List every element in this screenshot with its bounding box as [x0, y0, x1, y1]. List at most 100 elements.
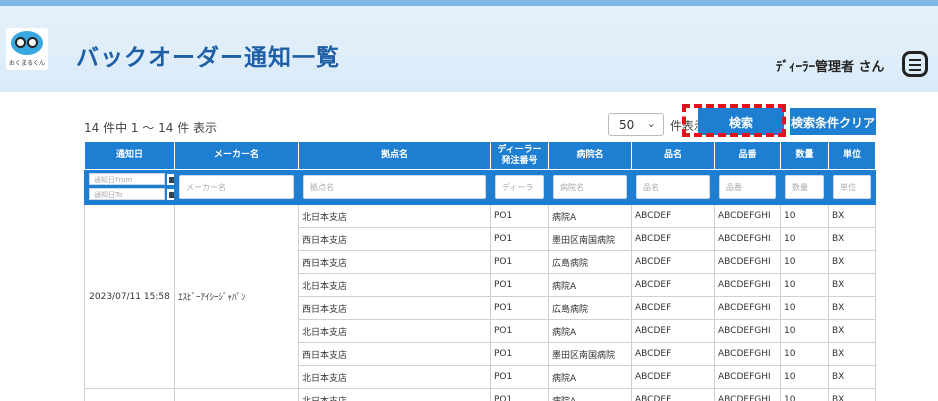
cell-hospital: 墨田区南国病院 [548, 342, 632, 366]
cell-product: ABCDEF [631, 204, 715, 228]
logo-text: おくまるくん [8, 60, 45, 67]
table-row[interactable]: 北日本支店PO1病院AABCDEFABCDEFGHI10BX [84, 388, 876, 401]
cell-part: ABCDEFGHI [714, 365, 781, 389]
cell-hospital: 病院A [548, 365, 632, 389]
cell-dealer: PO1 [490, 296, 549, 320]
cell-qty: 10 [780, 204, 829, 228]
cell-branch: 北日本支店 [298, 273, 491, 297]
col-header-branch[interactable]: 拠点名 [298, 141, 491, 170]
cell-qty: 10 [780, 319, 829, 343]
page-title: バックオーダー通知一覧 [76, 45, 340, 71]
hospital-filter-input[interactable]: 病院名 [553, 175, 627, 199]
calendar-icon[interactable] [167, 174, 174, 185]
cell-branch: 北日本支店 [298, 319, 491, 343]
product-filter-input[interactable]: 品名 [636, 175, 710, 199]
cell-part: ABCDEFGHI [714, 273, 781, 297]
cell-qty: 10 [780, 342, 829, 366]
cell-hospital: 病院A [548, 319, 632, 343]
hamburger-menu-icon[interactable] [902, 51, 928, 77]
table-row[interactable]: 2023/07/11 15:58 ｴｽﾋﾞｰｱｲｼｰｼﾞｬﾊﾟﾝ 北日本支店 PO1 病… [84, 204, 876, 389]
filter-row: 通知日From 通知日To メーカー名 拠点名 ディーラ 病院名 品名 品番 数… [84, 169, 876, 205]
cell-hospital: 病院A [548, 388, 632, 401]
qty-filter-input[interactable]: 数量 [785, 175, 824, 199]
cell-part: ABCDEFGHI [714, 296, 781, 320]
cell-part: ABCDEFGHI [714, 204, 781, 228]
cell-unit: BX [828, 342, 876, 366]
cell-unit: BX [828, 365, 876, 389]
cell-hospital: 病院A [548, 204, 632, 228]
col-header-qty[interactable]: 数量 [780, 141, 829, 170]
col-header-date[interactable]: 通知日 [84, 141, 175, 170]
mascot-icon [11, 31, 43, 55]
cell-branch: 北日本支店 [298, 388, 491, 401]
cell-dealer: PO1 [490, 204, 549, 228]
cell-qty: 10 [780, 273, 829, 297]
cell-hospital: 墨田区南国病院 [548, 227, 632, 251]
cell-qty: 10 [780, 227, 829, 251]
top-bar: おくまるくん バックオーダー通知一覧 ﾃﾞｨｰﾗｰ管理者 さん [0, 0, 938, 92]
date-to-input[interactable]: 通知日To [89, 188, 165, 200]
col-header-maker[interactable]: メーカー名 [174, 141, 299, 170]
cell-dealer: PO1 [490, 319, 549, 343]
cell-branch: 西日本支店 [298, 250, 491, 274]
cell-product: ABCDEF [631, 250, 715, 274]
cell-product: ABCDEF [631, 342, 715, 366]
cell-branch: 西日本支店 [298, 227, 491, 251]
user-name: ﾃﾞｨｰﾗｰ管理者 さん [776, 60, 885, 75]
unit-filter-input[interactable]: 単位 [833, 175, 871, 199]
cell-dealer: PO1 [490, 273, 549, 297]
cell-product: ABCDEF [631, 319, 715, 343]
cell-product: ABCDEF [631, 365, 715, 389]
cell-part: ABCDEFGHI [714, 227, 781, 251]
cell-part: ABCDEFGHI [714, 342, 781, 366]
cell-part: ABCDEFGHI [714, 250, 781, 274]
app-logo[interactable]: おくまるくん [6, 28, 48, 70]
cell-branch: 北日本支店 [298, 365, 491, 389]
cell-unit: BX [828, 273, 876, 297]
calendar-icon[interactable] [167, 189, 174, 200]
col-header-product[interactable]: 品名 [631, 141, 715, 170]
cell-product: ABCDEF [631, 273, 715, 297]
cell-date [84, 388, 175, 401]
cell-qty: 10 [780, 388, 829, 401]
clear-filters-button[interactable]: 検索条件クリア [790, 108, 876, 135]
cell-maker: ｴｽﾋﾞｰｱｲｼｰｼﾞｬﾊﾟﾝ [174, 204, 299, 389]
col-header-hospital[interactable]: 病院名 [548, 141, 632, 170]
cell-hospital: 病院A [548, 273, 632, 297]
cell-date: 2023/07/11 15:58 [84, 204, 175, 389]
cell-product: ABCDEF [631, 227, 715, 251]
cell-unit: BX [828, 296, 876, 320]
backorder-table: 通知日 メーカー名 拠点名 ディーラー 発注番号 病院名 品名 品番 数量 単位… [84, 141, 876, 401]
search-button[interactable]: 検索 [698, 108, 784, 135]
branch-filter-input[interactable]: 拠点名 [303, 175, 486, 199]
per-page-select[interactable]: 50 ⌄ [608, 113, 664, 136]
col-header-unit[interactable]: 単位 [828, 141, 876, 170]
cell-unit: BX [828, 204, 876, 228]
cell-dealer: PO1 [490, 250, 549, 274]
chevron-down-icon: ⌄ [646, 117, 656, 130]
cell-part: ABCDEFGHI [714, 388, 781, 401]
cell-unit: BX [828, 250, 876, 274]
cell-part: ABCDEFGHI [714, 319, 781, 343]
col-header-part[interactable]: 品番 [714, 141, 781, 170]
cell-product: ABCDEF [631, 296, 715, 320]
per-page-value: 50 [619, 118, 635, 132]
dealer-filter-input[interactable]: ディーラ [495, 175, 544, 199]
cell-unit: BX [828, 388, 876, 401]
cell-dealer: PO1 [490, 227, 549, 251]
cell-unit: BX [828, 227, 876, 251]
cell-qty: 10 [780, 296, 829, 320]
cell-hospital: 広島病院 [548, 296, 632, 320]
cell-hospital: 広島病院 [548, 250, 632, 274]
cell-dealer: PO1 [490, 342, 549, 366]
maker-filter-input[interactable]: メーカー名 [179, 175, 294, 199]
cell-product: ABCDEF [631, 388, 715, 401]
cell-maker [174, 388, 299, 401]
cell-branch: 西日本支店 [298, 296, 491, 320]
part-filter-input[interactable]: 品番 [719, 175, 776, 199]
col-header-dealer-order[interactable]: ディーラー 発注番号 [490, 141, 549, 170]
result-count: 14 件中 1 〜 14 件 表示 [84, 121, 218, 135]
cell-qty: 10 [780, 365, 829, 389]
cell-qty: 10 [780, 250, 829, 274]
date-from-input[interactable]: 通知日From [89, 173, 165, 185]
